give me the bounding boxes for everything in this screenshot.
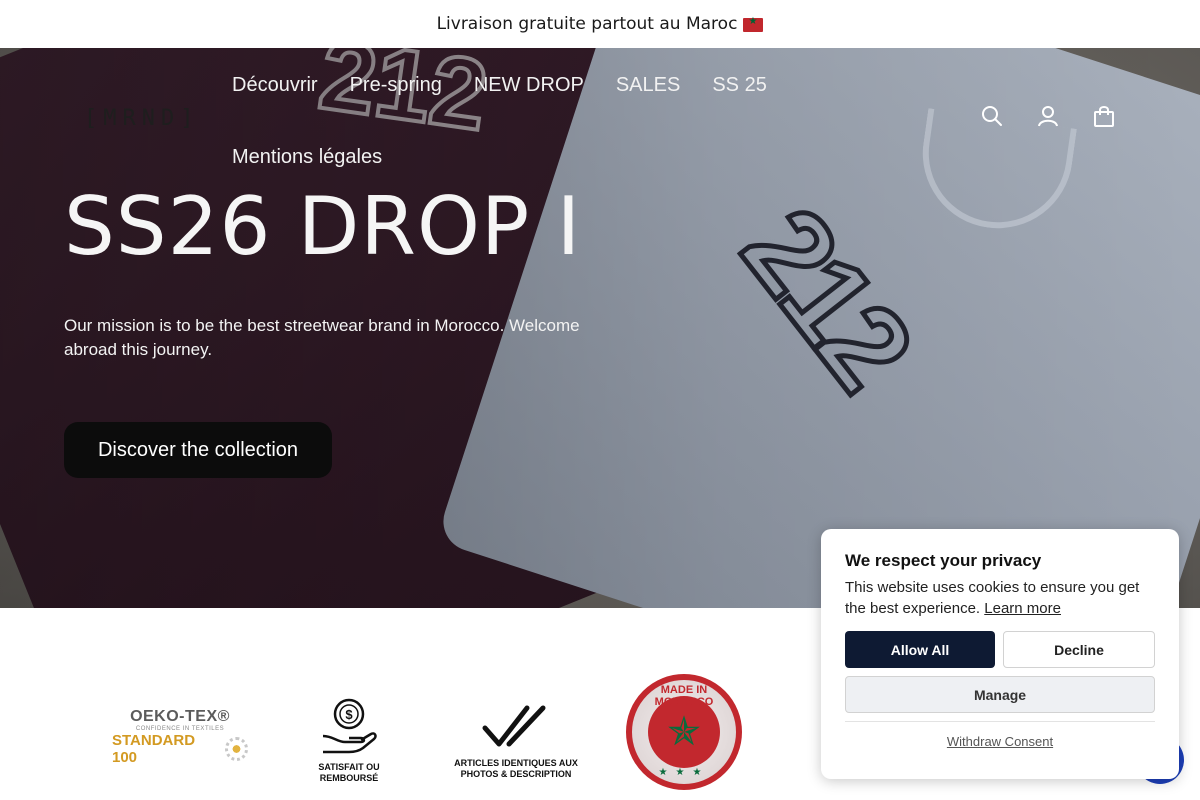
satisfaction-badge: $ SATISFAIT OU REMBOURSÉ <box>288 696 410 784</box>
cookie-title: We respect your privacy <box>845 551 1042 570</box>
oeko-tex-title: OEKO-TEX® <box>130 708 230 725</box>
nav-item-mentions-legales[interactable]: Mentions légales <box>232 140 382 174</box>
oeko-tex-standard: STANDARD 100 <box>112 732 196 766</box>
identical-items-caption: ARTICLES IDENTIQUES AUX PHOTOS & DESCRIP… <box>454 758 578 779</box>
main-nav: Découvrir Pre-spring NEW DROP SALES SS 2… <box>232 68 792 174</box>
nav-item-ss25[interactable]: SS 25 <box>712 68 766 102</box>
learn-more-link[interactable]: Learn more <box>984 600 1061 617</box>
search-icon[interactable] <box>980 104 1004 128</box>
allow-all-button[interactable]: Allow All <box>845 631 995 668</box>
discover-collection-button[interactable]: Discover the collection <box>64 422 332 478</box>
decline-button[interactable]: Decline <box>1003 631 1155 668</box>
brand-logo[interactable]: [MRND] <box>84 106 199 131</box>
cart-icon[interactable] <box>1092 104 1116 128</box>
identical-items-badge: ARTICLES IDENTIQUES AUX PHOTOS & DESCRIP… <box>454 704 578 780</box>
cookie-body: This website uses cookies to ensure you … <box>845 577 1155 619</box>
manage-button[interactable]: Manage <box>845 676 1155 713</box>
cookie-divider <box>845 721 1155 722</box>
account-icon[interactable] <box>1036 104 1060 128</box>
withdraw-consent-link[interactable]: Withdraw Consent <box>845 734 1155 749</box>
hero-title: SS26 DROP I <box>64 180 582 273</box>
made-in-morocco-text: MADE IN MOROCCO <box>654 684 714 708</box>
announcement-bar: Livraison gratuite partout au Maroc <box>0 0 1200 48</box>
made-in-morocco-badge: MADE IN MOROCCO ✯ ★★★ <box>626 674 742 790</box>
nav-item-pre-spring[interactable]: Pre-spring <box>350 68 442 102</box>
satisfaction-caption: SATISFAIT OU REMBOURSÉ <box>318 762 380 783</box>
money-hand-icon: $ <box>319 696 379 758</box>
cookie-consent-banner: We respect your privacy This website use… <box>821 529 1179 779</box>
double-check-icon <box>481 704 551 754</box>
nav-item-sales[interactable]: SALES <box>616 68 680 102</box>
oeko-tex-sun-icon <box>224 737 248 761</box>
announcement-text: Livraison gratuite partout au Maroc <box>436 14 738 34</box>
nav-item-new-drop[interactable]: NEW DROP <box>474 68 584 102</box>
header-actions <box>980 104 1116 128</box>
morocco-flag-icon <box>743 16 764 32</box>
svg-text:$: $ <box>345 707 353 722</box>
oeko-tex-badge: OEKO-TEX® CONFIDENCE IN TEXTILES STANDAR… <box>112 708 248 766</box>
nav-item-decouvrir[interactable]: Découvrir <box>232 68 318 102</box>
hero-subtitle: Our mission is to be the best streetwear… <box>64 316 580 359</box>
made-in-morocco-seal: MADE IN MOROCCO ✯ ★★★ <box>626 674 742 790</box>
stars-icon: ★★★ <box>658 767 710 778</box>
